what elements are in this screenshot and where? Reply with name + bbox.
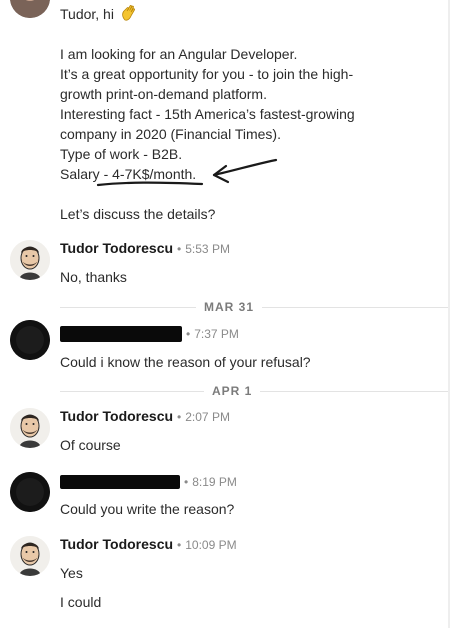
- message-header: Tudor Todorescu • 10:09 PM: [60, 536, 237, 554]
- message-time: 10:09 PM: [185, 538, 237, 552]
- underline-annotation: [96, 181, 204, 187]
- message-line: I am looking for an Angular Developer.: [60, 46, 298, 62]
- message-text: Of course: [60, 437, 121, 453]
- avatar-redacted[interactable]: [10, 472, 50, 512]
- message-text: Could you write the reason?: [60, 501, 235, 517]
- date-divider-label: MAR 31: [196, 300, 263, 314]
- message-text: Yes: [60, 565, 83, 581]
- avatar-tudor[interactable]: [10, 536, 50, 576]
- avatar-redacted[interactable]: [10, 320, 50, 360]
- greeting-text: Tudor, hi: [60, 6, 114, 22]
- time-wrap: • 7:37 PM: [182, 325, 239, 343]
- arrow-annotation: [212, 158, 278, 184]
- message-time: 8:19 PM: [192, 475, 237, 489]
- separator-dot: •: [177, 242, 182, 256]
- avatar-tudor[interactable]: [10, 408, 50, 448]
- avatar-top-partial[interactable]: [10, 0, 50, 18]
- sender-name[interactable]: Tudor Todorescu: [60, 536, 173, 552]
- redacted-name: [60, 326, 182, 342]
- separator-dot: •: [186, 327, 191, 341]
- message-text: I could: [60, 594, 102, 610]
- message-line: company in 2020 (Financial Times).: [60, 126, 281, 142]
- separator-dot: •: [177, 410, 182, 424]
- message-header: • 7:37 PM: [60, 325, 260, 343]
- message-header: Tudor Todorescu • 5:53 PM: [60, 240, 230, 258]
- message-time: 7:37 PM: [194, 327, 239, 341]
- separator-dot: •: [184, 475, 189, 489]
- time-wrap: • 8:19 PM: [180, 473, 237, 491]
- message-time: 5:53 PM: [185, 242, 230, 256]
- closing-line: Let’s discuss the details?: [60, 206, 216, 222]
- message-time: 2:07 PM: [185, 410, 230, 424]
- redacted-name: [60, 475, 180, 489]
- message-text: No, thanks: [60, 269, 127, 285]
- message-header: Tudor Todorescu • 2:07 PM: [60, 408, 230, 426]
- sender-name[interactable]: Tudor Todorescu: [60, 408, 173, 424]
- avatar-tudor[interactable]: [10, 240, 50, 280]
- message-header: • 8:19 PM: [60, 473, 260, 491]
- message-line: Interesting fact - 15th America’s fastes…: [60, 106, 355, 122]
- separator-dot: •: [177, 538, 182, 552]
- sender-name[interactable]: Tudor Todorescu: [60, 240, 173, 256]
- message-text: Could i know the reason of your refusal?: [60, 354, 311, 370]
- message-line: It’s a great opportunity for you - to jo…: [60, 66, 354, 82]
- date-divider-label: APR 1: [204, 384, 261, 398]
- message-line: growth print-on-demand platform.: [60, 86, 267, 102]
- greeting-line: Tudor, hi: [60, 4, 137, 27]
- waving-hand-icon: [121, 4, 137, 27]
